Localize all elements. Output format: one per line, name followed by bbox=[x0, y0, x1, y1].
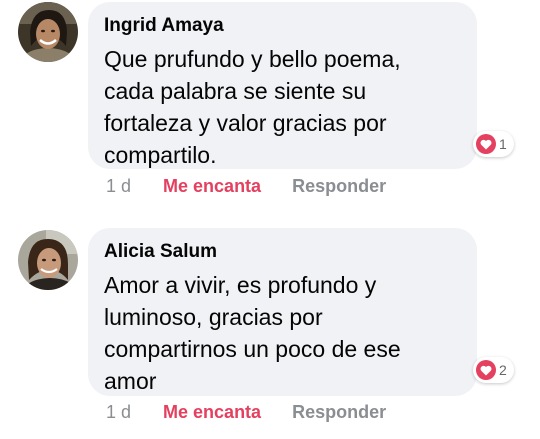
comment-text: Amor a vivir, es profundo y luminoso, gr… bbox=[104, 269, 461, 397]
comment-text-line: amor bbox=[104, 368, 157, 394]
avatar[interactable] bbox=[18, 230, 78, 290]
comment-bubble: Alicia Salum Amor a vivir, es profundo y… bbox=[88, 228, 477, 396]
avatar[interactable] bbox=[18, 2, 78, 62]
reply-button[interactable]: Responder bbox=[292, 402, 386, 423]
avatar-photo bbox=[18, 2, 78, 62]
comment-text-line: Amor a vivir, es profundo y bbox=[104, 272, 377, 298]
reaction-summary[interactable]: 1 bbox=[473, 131, 514, 157]
comment-author[interactable]: Ingrid Amaya bbox=[104, 14, 461, 38]
comment-text-line: luminoso, gracias por bbox=[104, 304, 323, 330]
comment-text-line: compartirnos un poco de ese bbox=[104, 336, 401, 362]
heart-icon bbox=[476, 134, 496, 154]
comment-bubble: Ingrid Amaya Que prufundo y bello poema,… bbox=[88, 2, 477, 169]
reaction-count: 2 bbox=[499, 362, 507, 378]
timestamp[interactable]: 1 d bbox=[106, 402, 131, 423]
love-reaction-button[interactable]: Me encanta bbox=[163, 176, 261, 197]
avatar-photo bbox=[18, 230, 78, 290]
comment-text: Que prufundo y bello poema, cada palabra… bbox=[104, 43, 461, 171]
reaction-summary[interactable]: 2 bbox=[473, 357, 514, 383]
comment-text-line: compartilo. bbox=[104, 142, 217, 168]
reaction-count: 1 bbox=[499, 136, 507, 152]
comment-actions: 1 d Me encanta Responder bbox=[106, 402, 386, 423]
comment-text-line: fortaleza y valor gracias por bbox=[104, 110, 387, 136]
comment-text-line: cada palabra se siente su bbox=[104, 78, 367, 104]
comment-actions: 1 d Me encanta Responder bbox=[106, 176, 386, 197]
reply-button[interactable]: Responder bbox=[292, 176, 386, 197]
comment-author[interactable]: Alicia Salum bbox=[104, 240, 461, 264]
love-reaction-button[interactable]: Me encanta bbox=[163, 402, 261, 423]
heart-icon bbox=[476, 360, 496, 380]
comment-text-line: Que prufundo y bello poema, bbox=[104, 46, 401, 72]
timestamp[interactable]: 1 d bbox=[106, 176, 131, 197]
